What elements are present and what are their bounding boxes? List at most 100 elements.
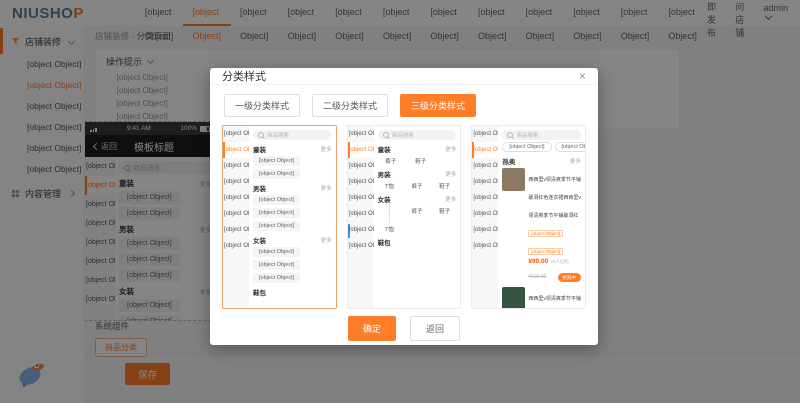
product-thumbnail-icon — [388, 205, 390, 224]
subcategory-chip[interactable]: [object Object] — [253, 156, 300, 166]
subcategory-label: 裤子 — [405, 182, 429, 190]
more-link[interactable]: 更多 — [570, 157, 581, 165]
confirm-button[interactable]: 确定 — [348, 316, 396, 341]
tab-level2-style[interactable]: 二级分类样式 — [312, 94, 388, 117]
subcategory-chip[interactable]: [object Object] — [253, 221, 300, 231]
category-section: 童装 更多 裤子 — [378, 144, 457, 165]
search-placeholder: 商品搜索 — [516, 131, 538, 139]
subcategory-image-item[interactable]: T恤 — [378, 206, 402, 233]
category-item[interactable]: [object Object] — [472, 222, 498, 238]
category-item[interactable]: [object Object] — [472, 238, 498, 254]
subcategory-image-item[interactable]: 鞋子 — [408, 156, 434, 165]
style-option-2[interactable]: [object Object][object Object][object Ob… — [347, 125, 462, 309]
search-placeholder: 商品搜索 — [267, 131, 289, 139]
subcategory-label: 鞋子 — [408, 157, 434, 165]
category-item[interactable]: [object Object] — [223, 222, 249, 238]
product-row[interactable]: 西西里v领清爽季节平铺破洞红色连衣裙西西里v领清爽季节平铺破洞红 [object… — [502, 287, 581, 309]
section-title: 童装 — [253, 144, 266, 154]
search-icon — [383, 132, 389, 138]
more-link[interactable]: 更多 — [445, 145, 456, 153]
category-item[interactable]: [object Object] — [348, 158, 374, 174]
category-content: 商品搜索 [object Object][object Object][obje… — [498, 126, 585, 308]
search-bar[interactable]: 商品搜索 — [502, 130, 581, 140]
style-option-1[interactable]: [object Object][object Object][object Ob… — [222, 125, 337, 309]
modal-title: 分类样式 — [222, 68, 266, 84]
section-title: 女装 — [378, 194, 391, 204]
category-item[interactable]: [object Object] — [348, 142, 374, 158]
category-item[interactable]: [object Object] — [348, 126, 374, 142]
subcategory-label: 裤子 — [405, 207, 429, 215]
category-item[interactable]: [object Object] — [348, 190, 374, 206]
close-icon[interactable]: × — [579, 70, 586, 82]
tab-level3-style[interactable]: 三级分类样式 — [400, 94, 476, 117]
category-item[interactable]: [object Object] — [472, 206, 498, 222]
subcategory-chip[interactable]: [object Object] — [253, 195, 300, 205]
subcategory-chip[interactable]: [object Object] — [253, 208, 300, 218]
product-info: 西西里v领清爽季节平铺破洞红色连衣裙西西里v领清爽季节平铺破洞红 [object… — [528, 168, 581, 283]
more-link[interactable]: 更多 — [321, 236, 332, 244]
search-placeholder: 商品搜索 — [392, 131, 414, 139]
subcategory-chip[interactable]: [object Object] — [253, 273, 300, 283]
category-content: 商品搜索 童装 更多 裤子 — [374, 126, 461, 308]
subcategory-image-item[interactable]: 裤子 — [405, 206, 429, 233]
buy-now-badge[interactable]: 抢购中 — [558, 273, 582, 282]
category-item[interactable]: [object Object] — [348, 238, 374, 254]
more-label: 更多 — [321, 236, 332, 244]
tab-level1-style[interactable]: 一级分类样式 — [224, 94, 300, 117]
category-style-modal: 分类样式 × 一级分类样式 二级分类样式 三级分类样式 [object Obje… — [210, 68, 598, 345]
return-button[interactable]: 返回 — [410, 316, 460, 341]
category-item[interactable]: [object Object] — [223, 142, 249, 158]
category-item[interactable]: [object Object] — [223, 206, 249, 222]
subcategory-image-item[interactable]: 鞋子 — [433, 206, 457, 233]
product-row[interactable]: 西西里v领清爽季节平铺破洞红色连衣裙西西里v领清爽季节平铺破洞红 [object… — [502, 168, 581, 283]
more-link[interactable]: 更多 — [321, 184, 332, 192]
section-title: 鞋包 — [378, 237, 391, 247]
subcategory-image-item[interactable]: 鞋子 — [433, 181, 457, 190]
section-title: 热卖 — [502, 156, 515, 166]
category-sidebar: [object Object][object Object][object Ob… — [223, 126, 249, 308]
subcategory-image-item[interactable]: 裤子 — [378, 156, 404, 165]
category-item[interactable]: [object Object] — [472, 190, 498, 206]
subcategory-chip[interactable]: [object Object] — [253, 260, 300, 270]
search-bar[interactable]: 商品搜索 — [253, 130, 332, 140]
search-icon — [507, 132, 513, 138]
modal-header: 分类样式 × — [210, 68, 598, 85]
more-label: 更多 — [445, 170, 456, 178]
more-link[interactable]: 更多 — [445, 170, 456, 178]
category-item[interactable]: [object Object] — [348, 206, 374, 222]
category-section: 童装 更多 [object Object] [object Object] — [253, 144, 332, 179]
promo-tags: [object Object] [object Object] — [528, 222, 565, 257]
section-title: 男装 — [253, 183, 266, 193]
category-item[interactable]: [object Object] — [472, 174, 498, 190]
subcategory-image-item[interactable]: T恤 — [378, 181, 402, 190]
category-item[interactable]: [object Object] — [223, 238, 249, 254]
category-item[interactable]: [object Object] — [223, 190, 249, 206]
search-bar[interactable]: 商品搜索 — [378, 130, 457, 140]
category-item[interactable]: [object Object] — [223, 174, 249, 190]
category-section: 男装 更多 [object Object] [object Object] [obj… — [253, 183, 332, 231]
subcategory-pill[interactable]: [object Object] — [555, 142, 587, 152]
more-label: 更多 — [445, 195, 456, 203]
category-item[interactable]: [object Object] — [472, 158, 498, 174]
subcategory-chip[interactable]: [object Object] — [253, 169, 300, 179]
promo-tag: [object Object] — [528, 230, 563, 237]
category-item[interactable]: [object Object] — [223, 158, 249, 174]
subcategory-chip[interactable]: [object Object] — [253, 247, 300, 257]
category-item[interactable]: [object Object] — [472, 142, 498, 158]
promo-tag: [object Object] — [528, 248, 563, 255]
category-item[interactable]: [object Object] — [223, 126, 249, 142]
category-item[interactable]: [object Object] — [472, 126, 498, 142]
subcategory-image-item[interactable]: 裤子 — [405, 181, 429, 190]
category-item[interactable]: [object Object] — [348, 222, 374, 238]
section-title: 男装 — [378, 169, 391, 179]
category-item[interactable]: [object Object] — [348, 174, 374, 190]
more-link[interactable]: 更多 — [321, 145, 332, 153]
more-link[interactable]: 更多 — [445, 195, 456, 203]
subcategory-pills: [object Object][object Object][object Ob… — [502, 142, 581, 152]
style-option-3[interactable]: [object Object][object Object][object Ob… — [471, 125, 586, 309]
product-image — [502, 168, 525, 191]
category-sidebar: [object Object][object Object][object Ob… — [348, 126, 374, 308]
category-section: 男装 更多 T恤 — [378, 169, 457, 190]
product-title: 西西里v领清爽季节平铺破洞红色连衣裙西西里v领清爽季节平铺破洞红 — [528, 177, 581, 219]
subcategory-pill[interactable]: [object Object] — [502, 142, 551, 152]
